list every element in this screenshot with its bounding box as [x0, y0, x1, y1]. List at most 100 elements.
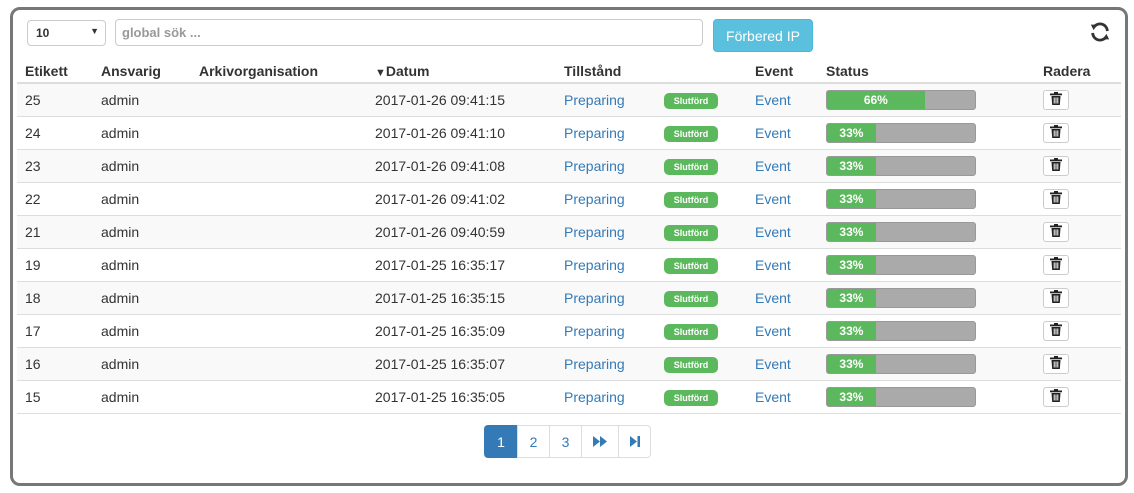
event-link[interactable]: Event [755, 158, 791, 174]
state-link[interactable]: Preparing [564, 158, 625, 174]
table-row[interactable]: 16 admin 2017-01-25 16:35:07 Preparing Slutf… [17, 346, 1121, 380]
page-3-button[interactable]: 3 [549, 425, 582, 458]
status-progress-bar: 66% [826, 89, 976, 110]
prepare-ip-button[interactable]: Förbered IP [713, 19, 813, 52]
table-row[interactable]: 21 admin 2017-01-26 09:40:59 Preparing Slutf… [17, 214, 1121, 248]
state-link[interactable]: Preparing [564, 257, 625, 273]
status-progress-bar: 33% [826, 320, 976, 341]
delete-button[interactable] [1043, 254, 1069, 275]
state-link[interactable]: Preparing [564, 290, 625, 306]
progress-fill: 33% [827, 189, 876, 208]
state-badge: Slutförd [664, 257, 718, 274]
col-header-event[interactable]: Event [747, 60, 818, 84]
cell-archive-org [191, 379, 367, 414]
sort-desc-icon: ▼ [375, 67, 386, 79]
status-progress-bar: 33% [826, 122, 976, 143]
cell-archive-org [191, 181, 367, 215]
col-header-responsible[interactable]: Ansvarig [93, 60, 191, 84]
cell-archive-org [191, 346, 367, 380]
event-link[interactable]: Event [755, 257, 791, 273]
progress-label: 33% [839, 158, 864, 173]
table-row[interactable]: 24 admin 2017-01-26 09:41:10 Preparing Slutf… [17, 115, 1121, 149]
cell-label: 16 [17, 346, 93, 380]
state-badge: Slutförd [664, 389, 718, 406]
delete-button[interactable] [1043, 122, 1069, 143]
event-link[interactable]: Event [755, 356, 791, 372]
table-row[interactable]: 18 admin 2017-01-25 16:35:15 Preparing Slutf… [17, 280, 1121, 314]
event-link[interactable]: Event [755, 323, 791, 339]
last-page-button[interactable] [618, 425, 651, 458]
status-progress-bar: 33% [826, 353, 976, 374]
cell-responsible: admin [93, 148, 191, 182]
cell-date: 2017-01-25 16:35:09 [367, 313, 556, 347]
progress-fill: 33% [827, 222, 876, 241]
delete-button[interactable] [1043, 221, 1069, 242]
state-link[interactable]: Preparing [564, 125, 625, 141]
delete-button[interactable] [1043, 89, 1069, 110]
page-size-select[interactable]: 10 ▼ [27, 20, 106, 46]
state-badge: Slutförd [664, 158, 718, 175]
page-1-button[interactable]: 1 [484, 425, 518, 458]
table-row[interactable]: 19 admin 2017-01-25 16:35:17 Preparing Slutf… [17, 247, 1121, 281]
progress-fill: 33% [827, 156, 876, 175]
col-header-state[interactable]: Tillstånd [556, 60, 656, 84]
event-link[interactable]: Event [755, 389, 791, 405]
state-link[interactable]: Preparing [564, 191, 625, 207]
table-row[interactable]: 17 admin 2017-01-25 16:35:09 Preparing Slutf… [17, 313, 1121, 347]
progress-fill: 33% [827, 354, 876, 373]
table-header-row: Etikett Ansvarig Arkivorganisation ▼Datu… [17, 60, 1121, 84]
col-header-state-badge [656, 60, 747, 84]
status-progress-bar: 33% [826, 254, 976, 275]
state-link[interactable]: Preparing [564, 224, 625, 240]
cell-date: 2017-01-25 16:35:07 [367, 346, 556, 380]
table-row[interactable]: 15 admin 2017-01-25 16:35:05 Preparing Slutf… [17, 379, 1121, 414]
event-link[interactable]: Event [755, 224, 791, 240]
next-pages-button[interactable] [581, 425, 619, 458]
refresh-icon[interactable] [1089, 21, 1111, 43]
cell-label: 15 [17, 379, 93, 414]
trash-icon [1050, 157, 1062, 174]
trash-icon [1050, 256, 1062, 273]
global-search-input[interactable] [115, 19, 703, 46]
cell-date: 2017-01-26 09:41:02 [367, 181, 556, 215]
trash-icon [1050, 355, 1062, 372]
status-progress-bar: 33% [826, 221, 976, 242]
delete-button[interactable] [1043, 353, 1069, 374]
cell-label: 19 [17, 247, 93, 281]
state-link[interactable]: Preparing [564, 323, 625, 339]
cell-archive-org [191, 148, 367, 182]
delete-button[interactable] [1043, 386, 1069, 407]
col-header-archive-org[interactable]: Arkivorganisation [191, 60, 367, 84]
event-link[interactable]: Event [755, 290, 791, 306]
table-row[interactable]: 25 admin 2017-01-26 09:41:15 Preparing Slutf… [17, 82, 1121, 116]
cell-responsible: admin [93, 313, 191, 347]
status-progress-bar: 33% [826, 188, 976, 209]
state-badge: Slutförd [664, 92, 718, 109]
cell-label: 17 [17, 313, 93, 347]
pagination: 123 [484, 425, 651, 458]
cell-responsible: admin [93, 115, 191, 149]
col-header-status[interactable]: Status [818, 60, 1035, 84]
page-2-button[interactable]: 2 [517, 425, 550, 458]
progress-label: 33% [839, 224, 864, 239]
event-link[interactable]: Event [755, 191, 791, 207]
state-link[interactable]: Preparing [564, 389, 625, 405]
table-row[interactable]: 23 admin 2017-01-26 09:41:08 Preparing Slutf… [17, 148, 1121, 182]
progress-fill: 33% [827, 255, 876, 274]
progress-fill: 33% [827, 288, 876, 307]
state-badge: Slutförd [664, 125, 718, 142]
progress-fill: 66% [827, 90, 925, 109]
trash-icon [1050, 190, 1062, 207]
col-header-label[interactable]: Etikett [17, 60, 93, 84]
col-header-date[interactable]: ▼Datum [367, 60, 556, 84]
state-link[interactable]: Preparing [564, 356, 625, 372]
table-row[interactable]: 22 admin 2017-01-26 09:41:02 Preparing Slutf… [17, 181, 1121, 215]
delete-button[interactable] [1043, 188, 1069, 209]
event-link[interactable]: Event [755, 125, 791, 141]
delete-button[interactable] [1043, 155, 1069, 176]
event-link[interactable]: Event [755, 92, 791, 108]
delete-button[interactable] [1043, 287, 1069, 308]
delete-button[interactable] [1043, 320, 1069, 341]
state-link[interactable]: Preparing [564, 92, 625, 108]
cell-label: 21 [17, 214, 93, 248]
